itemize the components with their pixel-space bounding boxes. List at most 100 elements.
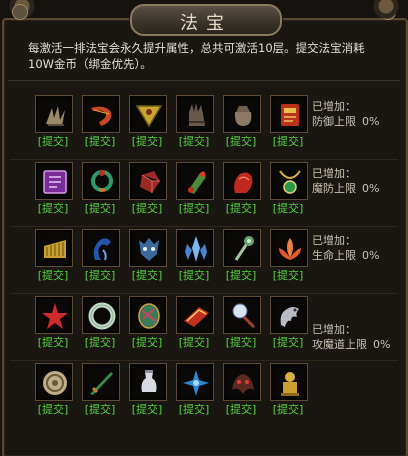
attribute-bonus: 已增加： 生命上限 0% bbox=[312, 233, 379, 263]
submit-button[interactable]: [提交] bbox=[124, 269, 170, 283]
treasure-slot: [提交] bbox=[265, 95, 311, 157]
submit-button[interactable]: [提交] bbox=[265, 336, 311, 350]
submit-button[interactable]: [提交] bbox=[30, 336, 76, 350]
bonus-value: 0% bbox=[373, 338, 391, 351]
submit-button[interactable]: [提交] bbox=[30, 269, 76, 283]
hinge-ornament-left bbox=[12, 4, 28, 20]
submit-button[interactable]: [提交] bbox=[30, 202, 76, 216]
golden-idol-icon[interactable] bbox=[270, 363, 308, 401]
bonus-value: 0% bbox=[362, 182, 380, 195]
pouch-icon[interactable] bbox=[223, 95, 261, 133]
submit-button[interactable]: [提交] bbox=[77, 202, 123, 216]
treasure-slot: [提交] bbox=[218, 296, 264, 358]
triangle-talisman-icon[interactable] bbox=[129, 95, 167, 133]
title-bar: 法宝 bbox=[0, 0, 408, 36]
submit-button[interactable]: [提交] bbox=[218, 336, 264, 350]
submit-button[interactable]: [提交] bbox=[171, 336, 217, 350]
dragon-egg-icon[interactable] bbox=[129, 296, 167, 334]
treasure-slot: [提交] bbox=[218, 162, 264, 224]
row-divider bbox=[10, 159, 398, 160]
lotus-flower-icon[interactable] bbox=[270, 229, 308, 267]
jade-staff-icon[interactable] bbox=[223, 229, 261, 267]
dark-beast-icon[interactable] bbox=[223, 363, 261, 401]
row-divider bbox=[10, 360, 398, 361]
red-hand-icon[interactable] bbox=[223, 162, 261, 200]
submit-button[interactable]: [提交] bbox=[171, 135, 217, 149]
ice-crystal-icon[interactable] bbox=[176, 229, 214, 267]
fire-vial-icon[interactable] bbox=[176, 162, 214, 200]
submit-button[interactable]: [提交] bbox=[218, 403, 264, 417]
bonus-prefix: 已增加： bbox=[312, 167, 356, 180]
treasure-slot: [提交] bbox=[171, 229, 217, 291]
submit-button[interactable]: [提交] bbox=[77, 403, 123, 417]
treasure-slot: [提交] bbox=[124, 229, 170, 291]
treasure-row: [提交] [提交] [提交] [提交] [提交] [提交] 已增加： 防御上限 0% bbox=[10, 95, 398, 161]
attribute-bonus: 已增加： 攻魔道上限 0% bbox=[312, 322, 390, 352]
description-line-2: 10W金币（绑金优先）。 bbox=[28, 57, 152, 71]
serpent-ring-icon[interactable] bbox=[82, 162, 120, 200]
blue-claw-icon[interactable] bbox=[82, 229, 120, 267]
treasure-row: [提交] [提交] [提交] [提交] [提交] [提交] 已增加： 攻魔道上限 0% bbox=[10, 296, 398, 362]
submit-button[interactable]: [提交] bbox=[124, 403, 170, 417]
claw-icon[interactable] bbox=[35, 95, 73, 133]
treasure-row: [提交] [提交] [提交] [提交] [提交] [提交] 已增加： 魔防上限 0% bbox=[10, 162, 398, 228]
bonus-attribute-name: 攻魔道上限 bbox=[312, 338, 367, 351]
red-crystal-icon[interactable] bbox=[129, 162, 167, 200]
red-star-icon[interactable] bbox=[35, 296, 73, 334]
treasure-slot: [提交] bbox=[30, 95, 76, 157]
row-divider bbox=[10, 226, 398, 227]
blue-shuriken-icon[interactable] bbox=[176, 363, 214, 401]
jade-ring-icon[interactable] bbox=[82, 296, 120, 334]
submit-button[interactable]: [提交] bbox=[265, 135, 311, 149]
white-bottle-icon[interactable] bbox=[129, 363, 167, 401]
divider bbox=[8, 80, 400, 81]
pearl-staff-icon[interactable] bbox=[223, 296, 261, 334]
red-scroll-icon[interactable] bbox=[270, 95, 308, 133]
red-tome-icon[interactable] bbox=[176, 296, 214, 334]
treasure-slot: [提交] bbox=[171, 296, 217, 358]
submit-button[interactable]: [提交] bbox=[30, 135, 76, 149]
green-blade-icon[interactable] bbox=[82, 363, 120, 401]
window-title: 法宝 bbox=[180, 13, 232, 34]
submit-button[interactable]: [提交] bbox=[218, 135, 264, 149]
submit-button[interactable]: [提交] bbox=[77, 336, 123, 350]
treasure-slot: [提交] bbox=[265, 363, 311, 425]
submit-button[interactable]: [提交] bbox=[124, 202, 170, 216]
treasure-slot: [提交] bbox=[265, 162, 311, 224]
submit-button[interactable]: [提交] bbox=[124, 336, 170, 350]
submit-button[interactable]: [提交] bbox=[218, 202, 264, 216]
bonus-line: 防御上限 0% bbox=[312, 114, 379, 129]
submit-button[interactable]: [提交] bbox=[265, 403, 311, 417]
submit-button[interactable]: [提交] bbox=[77, 135, 123, 149]
treasure-slot: [提交] bbox=[124, 363, 170, 425]
submit-button[interactable]: [提交] bbox=[30, 403, 76, 417]
silver-dragon-icon[interactable] bbox=[270, 296, 308, 334]
submit-button[interactable]: [提交] bbox=[171, 269, 217, 283]
bonus-prefix: 已增加： bbox=[312, 323, 356, 336]
purple-book-icon[interactable] bbox=[35, 162, 73, 200]
submit-button[interactable]: [提交] bbox=[77, 269, 123, 283]
demon-mask-icon[interactable] bbox=[129, 229, 167, 267]
row-divider bbox=[10, 293, 398, 294]
treasure-slot: [提交] bbox=[77, 229, 123, 291]
bonus-line: 攻魔道上限 0% bbox=[312, 337, 390, 352]
treasure-slot: [提交] bbox=[218, 95, 264, 157]
bonus-attribute-name: 生命上限 bbox=[312, 249, 356, 262]
gem-necklace-icon[interactable] bbox=[270, 162, 308, 200]
treasure-slot: [提交] bbox=[171, 162, 217, 224]
submit-button[interactable]: [提交] bbox=[265, 269, 311, 283]
submit-button[interactable]: [提交] bbox=[265, 202, 311, 216]
spiral-disc-icon[interactable] bbox=[35, 363, 73, 401]
submit-button[interactable]: [提交] bbox=[171, 202, 217, 216]
treasure-slot: [提交] bbox=[265, 229, 311, 291]
glove-icon[interactable] bbox=[176, 95, 214, 133]
bonus-attribute-name: 防御上限 bbox=[312, 115, 356, 128]
submit-button[interactable]: [提交] bbox=[218, 269, 264, 283]
golden-fan-icon[interactable] bbox=[35, 229, 73, 267]
submit-button[interactable]: [提交] bbox=[171, 403, 217, 417]
treasure-row: [提交] [提交] [提交] [提交] [提交] [提交] bbox=[10, 363, 398, 429]
treasure-panel: 法宝 每激活一排法宝会永久提升属性，总共可激活10层。提交法宝消耗 10W金币（… bbox=[0, 0, 408, 456]
horn-icon[interactable] bbox=[82, 95, 120, 133]
treasure-slot: [提交] bbox=[124, 95, 170, 157]
submit-button[interactable]: [提交] bbox=[124, 135, 170, 149]
